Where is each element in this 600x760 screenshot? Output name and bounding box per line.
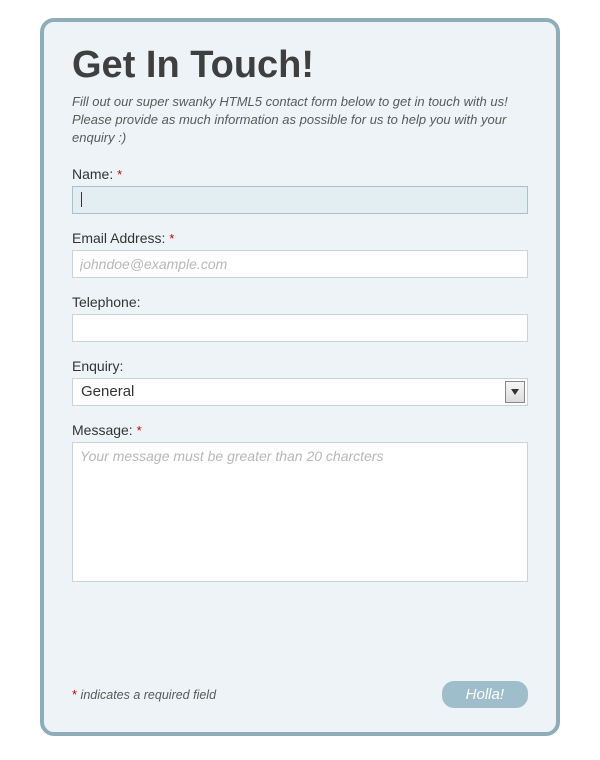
enquiry-selected-value: General <box>73 379 527 404</box>
email-label: Email Address: * <box>72 230 528 246</box>
enquiry-label: Enquiry: <box>72 358 528 374</box>
field-enquiry: Enquiry: General <box>72 358 528 406</box>
name-input[interactable] <box>72 186 528 214</box>
name-label: Name: * <box>72 166 528 182</box>
email-label-text: Email Address: <box>72 230 165 246</box>
email-input[interactable] <box>72 250 528 278</box>
required-mark: * <box>169 231 174 246</box>
text-cursor <box>81 192 82 207</box>
form-footer: * indicates a required field Holla! <box>72 681 528 708</box>
message-label-text: Message: <box>72 422 133 438</box>
message-label: Message: * <box>72 422 528 438</box>
required-note-text: indicates a required field <box>77 688 216 702</box>
telephone-label: Telephone: <box>72 294 528 310</box>
page-title: Get In Touch! <box>72 44 528 87</box>
telephone-input[interactable] <box>72 314 528 342</box>
required-mark: * <box>117 167 122 182</box>
enquiry-select[interactable]: General <box>72 378 528 406</box>
field-email: Email Address: * <box>72 230 528 278</box>
message-textarea[interactable] <box>72 442 528 582</box>
required-mark: * <box>137 423 142 438</box>
page-subtitle: Fill out our super swanky HTML5 contact … <box>72 93 528 148</box>
field-telephone: Telephone: <box>72 294 528 342</box>
required-note: * indicates a required field <box>72 687 216 702</box>
field-message: Message: * <box>72 422 528 587</box>
contact-form-card: Get In Touch! Fill out our super swanky … <box>40 18 560 736</box>
chevron-down-icon[interactable] <box>505 381 525 403</box>
field-name: Name: * <box>72 166 528 214</box>
submit-button[interactable]: Holla! <box>442 681 528 708</box>
name-label-text: Name: <box>72 166 113 182</box>
